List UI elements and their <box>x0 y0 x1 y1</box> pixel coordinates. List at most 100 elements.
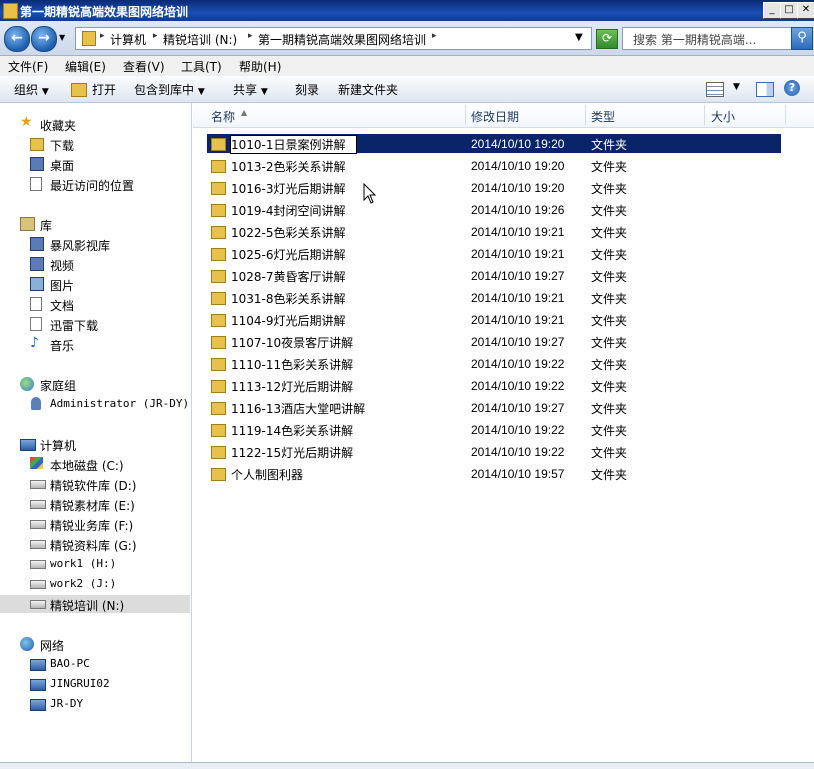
search-input[interactable]: 搜索 第一期精锐高端... <box>622 27 792 50</box>
column-divider[interactable] <box>465 105 466 125</box>
window-title: 第一期精锐高端效果图网络培训 <box>20 5 189 19</box>
menu-help[interactable]: 帮助(H) <box>239 58 281 75</box>
file-row[interactable]: 1025-6灯光后期讲解 2014/10/10 19:21 文件夹 <box>207 244 781 263</box>
breadcrumb-drive[interactable]: 精锐培训 (N:) <box>163 31 237 48</box>
file-date: 2014/10/10 19:27 <box>471 269 565 283</box>
column-modified-date[interactable]: 修改日期 <box>471 108 519 125</box>
nav-item-jr-dy[interactable]: JR-DY <box>30 695 180 713</box>
nav-computer[interactable]: 计算机 <box>20 435 180 453</box>
nav-item-documents[interactable]: 文档 <box>30 295 180 313</box>
column-name[interactable]: 名称 <box>211 108 235 125</box>
include-in-library-button[interactable]: 包含到库中 ▼ <box>134 81 205 98</box>
column-divider[interactable] <box>704 105 705 125</box>
new-folder-button[interactable]: 新建文件夹 <box>338 81 398 98</box>
nav-item-thunder-downloads[interactable]: 迅雷下载 <box>30 315 180 333</box>
nav-item-downloads[interactable]: 下载 <box>30 135 180 153</box>
search-icon[interactable]: ⚲ <box>791 27 813 50</box>
nav-item-label: 音乐 <box>50 339 75 353</box>
column-size[interactable]: 大小 <box>711 108 735 125</box>
nav-item-music[interactable]: ♪ 音乐 <box>30 335 180 353</box>
menu-file[interactable]: 文件(F) <box>8 58 48 75</box>
nav-item-drive-d[interactable]: 精锐软件库 (D:) <box>30 475 180 493</box>
nav-item-drive-c[interactable]: 本地磁盘 (C:) <box>30 455 180 473</box>
nav-item-drive-h[interactable]: work1 (H:) <box>30 555 180 573</box>
file-row[interactable]: 1104-9灯光后期讲解 2014/10/10 19:21 文件夹 <box>207 310 781 329</box>
nav-item-label: work1 (H:) <box>50 557 117 570</box>
change-view-icon[interactable] <box>706 82 724 97</box>
file-row[interactable]: 1019-4封闭空间讲解 2014/10/10 19:26 文件夹 <box>207 200 781 219</box>
file-type: 文件夹 <box>591 226 628 240</box>
breadcrumb-separator-icon[interactable]: ▸ <box>100 31 105 41</box>
minimize-button[interactable]: _ <box>763 2 781 19</box>
nav-item-videos[interactable]: 视频 <box>30 255 180 273</box>
file-type: 文件夹 <box>591 314 628 328</box>
file-row[interactable]: 1107-10夜景客厅讲解 2014/10/10 19:27 文件夹 <box>207 332 781 351</box>
nav-item-drive-g[interactable]: 精锐资料库 (G:) <box>30 535 180 553</box>
file-name-edit-field[interactable]: 1010-1日景案例讲解 <box>230 135 357 154</box>
breadcrumb-separator-icon[interactable]: ▸ <box>248 31 253 41</box>
file-row[interactable]: 1119-14色彩关系讲解 2014/10/10 19:22 文件夹 <box>207 420 781 439</box>
breadcrumb-current-folder[interactable]: 第一期精锐高端效果图网络培训 <box>258 31 426 48</box>
nav-favorites[interactable]: ★ 收藏夹 <box>20 114 180 133</box>
file-row[interactable]: 1010-1日景案例讲解 2014/10/10 19:20 文件夹 <box>207 134 781 154</box>
file-row[interactable]: 1116-13酒店大堂吧讲解 2014/10/10 19:27 文件夹 <box>207 398 781 417</box>
file-row[interactable]: 1028-7黄昏客厅讲解 2014/10/10 19:27 文件夹 <box>207 266 781 285</box>
menu-edit[interactable]: 编辑(E) <box>65 58 106 75</box>
nav-item-baofeng-library[interactable]: 暴风影视库 <box>30 235 180 253</box>
breadcrumb-separator-icon[interactable]: ▸ <box>153 31 158 41</box>
nav-network[interactable]: 网络 <box>20 635 180 653</box>
back-button[interactable]: ← <box>4 26 30 52</box>
nav-item-desktop[interactable]: 桌面 <box>30 155 180 173</box>
file-name: 1119-14色彩关系讲解 <box>231 424 354 438</box>
nav-item-pictures[interactable]: 图片 <box>30 275 180 293</box>
file-date: 2014/10/10 19:20 <box>471 181 565 195</box>
burn-button[interactable]: 刻录 <box>295 81 319 98</box>
menu-tools[interactable]: 工具(T) <box>181 58 222 75</box>
menu-view[interactable]: 查看(V) <box>123 58 165 75</box>
folder-icon <box>211 182 226 195</box>
desktop-icon <box>30 157 44 171</box>
file-row[interactable]: 1013-2色彩关系讲解 2014/10/10 19:20 文件夹 <box>207 156 781 175</box>
nav-item-jingrui02[interactable]: JINGRUI02 <box>30 675 180 693</box>
nav-libraries[interactable]: 库 <box>20 215 180 233</box>
file-row[interactable]: 1122-15灯光后期讲解 2014/10/10 19:22 文件夹 <box>207 442 781 461</box>
file-date: 2014/10/10 19:22 <box>471 423 565 437</box>
nav-item-drive-j[interactable]: work2 (J:) <box>30 575 180 593</box>
nav-item-bao-pc[interactable]: BAO-PC <box>30 655 180 673</box>
nav-item-drive-n[interactable]: 精锐培训 (N:) <box>0 595 190 613</box>
address-field[interactable]: ▸ 计算机 ▸ 精锐培训 (N:) ▸ 第一期精锐高端效果图网络培训 ▸ ▼ <box>75 27 592 50</box>
nav-item-administrator[interactable]: Administrator (JR-DY) <box>30 395 189 413</box>
file-row[interactable]: 1110-11色彩关系讲解 2014/10/10 19:22 文件夹 <box>207 354 781 373</box>
file-type: 文件夹 <box>591 292 628 306</box>
column-divider[interactable] <box>585 105 586 125</box>
close-button[interactable]: ✕ <box>797 2 814 19</box>
file-row[interactable]: 1031-8色彩关系讲解 2014/10/10 19:21 文件夹 <box>207 288 781 307</box>
drive-icon <box>30 560 46 569</box>
breadcrumb-separator-icon[interactable]: ▸ <box>432 31 437 41</box>
star-icon: ★ <box>20 114 33 130</box>
open-button[interactable]: 打开 <box>92 81 116 98</box>
nav-item-recent-places[interactable]: 最近访问的位置 <box>30 175 180 193</box>
help-icon[interactable]: ? <box>784 80 800 96</box>
nav-homegroup[interactable]: 家庭组 <box>20 375 180 393</box>
preview-pane-icon[interactable] <box>756 82 774 97</box>
nav-item-drive-f[interactable]: 精锐业务库 (F:) <box>30 515 180 533</box>
file-row[interactable]: 1022-5色彩关系讲解 2014/10/10 19:21 文件夹 <box>207 222 781 241</box>
file-row[interactable]: 个人制图利器 2014/10/10 19:57 文件夹 <box>207 464 781 483</box>
file-row[interactable]: 1113-12灯光后期讲解 2014/10/10 19:22 文件夹 <box>207 376 781 395</box>
nav-item-drive-e[interactable]: 精锐素材库 (E:) <box>30 495 180 513</box>
breadcrumb-computer[interactable]: 计算机 <box>110 31 146 48</box>
organize-button[interactable]: 组织 ▼ <box>14 81 49 98</box>
title-bar[interactable]: 第一期精锐高端效果图网络培训 _ □ ✕ <box>0 0 814 21</box>
file-name: 1107-10夜景客厅讲解 <box>231 336 354 350</box>
recent-pages-dropdown-icon[interactable]: ▼ <box>59 33 65 42</box>
column-type[interactable]: 类型 <box>591 108 615 125</box>
share-button[interactable]: 共享 ▼ <box>233 81 268 98</box>
refresh-button[interactable]: ⟳ <box>596 29 618 49</box>
file-row[interactable]: 1016-3灯光后期讲解 2014/10/10 19:20 文件夹 <box>207 178 781 197</box>
chevron-down-icon[interactable]: ▼ <box>733 82 740 92</box>
forward-button[interactable]: → <box>31 26 57 52</box>
address-dropdown-icon[interactable]: ▼ <box>575 32 583 43</box>
maximize-button[interactable]: □ <box>780 2 798 19</box>
column-divider[interactable] <box>785 105 786 125</box>
